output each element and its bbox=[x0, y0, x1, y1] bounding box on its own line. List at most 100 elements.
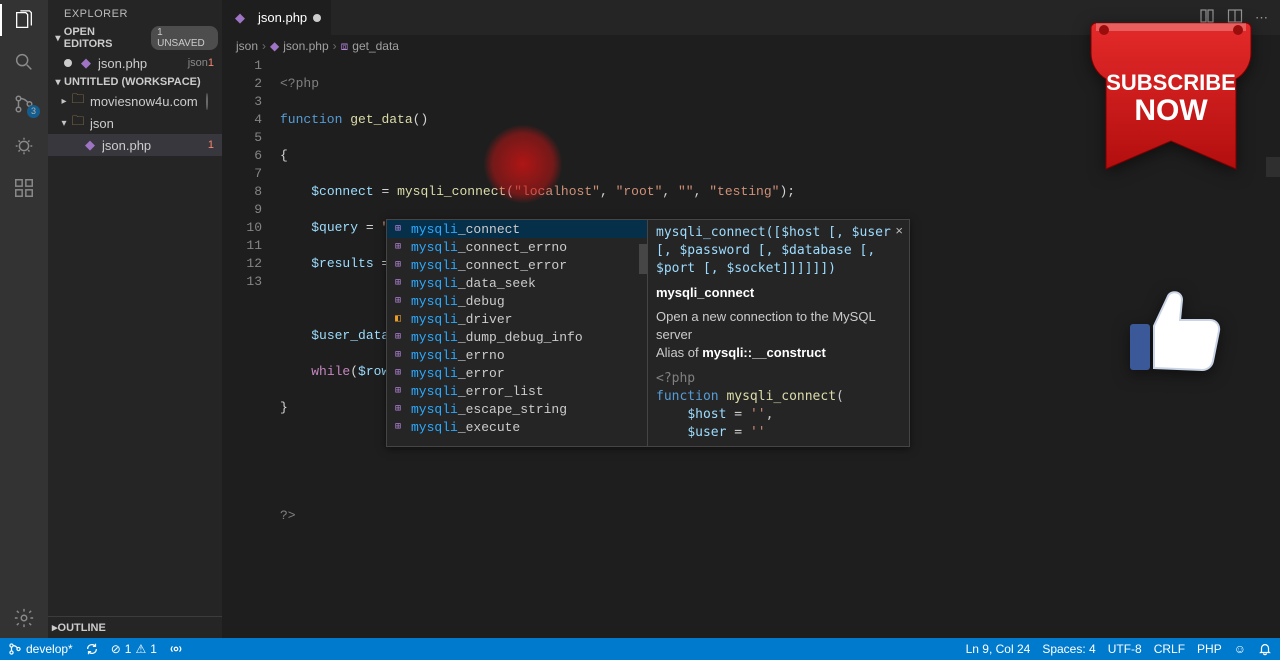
chevron-right-icon: ▸ bbox=[58, 96, 70, 107]
outline-header[interactable]: ▸ OUTLINE bbox=[48, 616, 222, 638]
autocomplete-label: mysqli_error_list bbox=[411, 384, 544, 399]
status-feedback-icon[interactable]: ☺ bbox=[1234, 642, 1246, 656]
dirty-dot-icon bbox=[64, 59, 72, 67]
method-icon: ⧈ bbox=[341, 39, 349, 54]
doc-desc: Open a new connection to the MySQL serve… bbox=[656, 308, 901, 344]
folder-item[interactable]: ▸ 🗀 moviesnow4u.com bbox=[48, 90, 222, 112]
activity-search-icon[interactable] bbox=[12, 50, 36, 74]
folder-icon: 🗀 bbox=[70, 112, 86, 134]
minimap-slider[interactable] bbox=[1266, 157, 1280, 177]
autocomplete-doc: × mysqli_connect([$host [, $user [, $pas… bbox=[648, 219, 910, 447]
activity-scm-icon[interactable]: 3 bbox=[12, 92, 36, 116]
doc-title: mysqli_connect bbox=[656, 284, 901, 302]
autocomplete-item[interactable]: ⊞ mysqli_escape_string bbox=[387, 400, 647, 418]
file-tree: ▸ 🗀 moviesnow4u.com ▾ 🗀 json ◆ json.php … bbox=[48, 90, 222, 156]
editor-tab[interactable]: ◆ json.php bbox=[222, 0, 332, 35]
autocomplete-item[interactable]: ⊞ mysqli_connect_errno bbox=[387, 238, 647, 256]
status-spaces[interactable]: Spaces: 4 bbox=[1042, 642, 1095, 656]
activity-extensions-icon[interactable] bbox=[12, 176, 36, 200]
code-area[interactable]: 1234 5678 9101112 13 <?php function get_… bbox=[222, 57, 1280, 638]
function-icon: ⊞ bbox=[391, 366, 405, 380]
autocomplete-item[interactable]: ⊞ mysqli_execute bbox=[387, 418, 647, 436]
line-gutter: 1234 5678 9101112 13 bbox=[222, 57, 280, 638]
class-icon: ◧ bbox=[391, 312, 405, 326]
autocomplete-label: mysqli_execute bbox=[411, 420, 520, 435]
function-icon: ⊞ bbox=[391, 240, 405, 254]
autocomplete-popup: ⊞mysqli_connect⊞mysqli_connect_errno⊞mys… bbox=[386, 219, 910, 447]
status-sync[interactable] bbox=[85, 642, 99, 656]
autocomplete-label: mysqli_errno bbox=[411, 348, 505, 363]
tab-label: json.php bbox=[258, 10, 307, 25]
function-icon: ⊞ bbox=[391, 420, 405, 434]
status-eol[interactable]: CRLF bbox=[1154, 642, 1185, 656]
autocomplete-item[interactable]: ⊞ mysqli_error bbox=[387, 364, 647, 382]
status-problems[interactable]: ⊘1 ⚠1 bbox=[111, 642, 157, 656]
status-bar: develop* ⊘1 ⚠1 Ln 9, Col 24 Spaces: 4 UT… bbox=[0, 638, 1280, 660]
autocomplete-label: mysqli_connect bbox=[411, 222, 520, 237]
chevron-right-icon: › bbox=[262, 39, 266, 53]
activity-debug-icon[interactable] bbox=[12, 134, 36, 158]
folder-item[interactable]: ▾ 🗀 json bbox=[48, 112, 222, 134]
chevron-down-icon: ▾ bbox=[52, 77, 64, 88]
activity-bar: 3 bbox=[0, 0, 48, 638]
php-file-icon: ◆ bbox=[82, 137, 98, 153]
autocomplete-list[interactable]: ⊞mysqli_connect⊞mysqli_connect_errno⊞mys… bbox=[386, 219, 648, 447]
editor-tabs: ◆ json.php ⋯ bbox=[222, 0, 1280, 35]
unsaved-badge: 1 UNSAVED bbox=[151, 26, 218, 50]
autocomplete-item[interactable]: ⊞ mysqli_errno bbox=[387, 346, 647, 364]
minimap[interactable] bbox=[1266, 57, 1280, 638]
autocomplete-item[interactable]: ⊞ mysqli_connect_error bbox=[387, 256, 647, 274]
function-icon: ⊞ bbox=[391, 294, 405, 308]
autocomplete-label: mysqli_error bbox=[411, 366, 505, 381]
autocomplete-label: mysqli_driver bbox=[411, 312, 512, 327]
open-editor-item[interactable]: ◆ json.php json 1 bbox=[48, 52, 222, 74]
status-live-icon[interactable] bbox=[169, 642, 183, 656]
breadcrumb[interactable]: json › ◆ json.php › ⧈ get_data bbox=[222, 35, 1280, 57]
status-language[interactable]: PHP bbox=[1197, 642, 1222, 656]
close-icon[interactable]: × bbox=[895, 222, 903, 240]
status-branch[interactable]: develop* bbox=[8, 642, 73, 656]
editor: ◆ json.php ⋯ json › ◆ json.php › ⧈ get_d… bbox=[222, 0, 1280, 638]
autocomplete-item[interactable]: ⊞ mysqli_data_seek bbox=[387, 274, 647, 292]
compare-changes-icon[interactable] bbox=[1199, 8, 1215, 27]
scrollbar-thumb[interactable] bbox=[639, 244, 647, 274]
function-icon: ⊞ bbox=[391, 402, 405, 416]
autocomplete-label: mysqli_data_seek bbox=[411, 276, 536, 291]
doc-alias: Alias of mysqli::__construct bbox=[656, 344, 901, 362]
chevron-right-icon: › bbox=[333, 39, 337, 53]
autocomplete-item[interactable]: ⊞ mysqli_connect bbox=[387, 220, 647, 238]
function-icon: ⊞ bbox=[391, 384, 405, 398]
autocomplete-label: mysqli_connect_errno bbox=[411, 240, 567, 255]
more-actions-icon[interactable]: ⋯ bbox=[1255, 10, 1270, 26]
function-icon: ⊞ bbox=[391, 222, 405, 236]
doc-snippet: <?php function mysqli_connect( $host = '… bbox=[656, 370, 901, 442]
status-cursor[interactable]: Ln 9, Col 24 bbox=[966, 642, 1031, 656]
dirty-dot-icon bbox=[313, 14, 321, 22]
folder-icon: 🗀 bbox=[70, 90, 86, 112]
autocomplete-item[interactable]: ⊞ mysqli_error_list bbox=[387, 382, 647, 400]
autocomplete-label: mysqli_connect_error bbox=[411, 258, 567, 273]
chevron-down-icon: ▾ bbox=[58, 118, 70, 129]
split-editor-icon[interactable] bbox=[1227, 8, 1243, 27]
activity-settings-icon[interactable] bbox=[12, 606, 36, 630]
autocomplete-item[interactable]: ⊞ mysqli_dump_debug_info bbox=[387, 328, 647, 346]
status-encoding[interactable]: UTF-8 bbox=[1108, 642, 1142, 656]
autocomplete-item[interactable]: ◧ mysqli_driver bbox=[387, 310, 647, 328]
autocomplete-item[interactable]: ⊞mysqli_debug bbox=[387, 292, 647, 310]
php-file-icon: ◆ bbox=[232, 10, 248, 26]
activity-explorer-icon[interactable] bbox=[12, 8, 36, 32]
function-icon: ⊞ bbox=[391, 348, 405, 362]
dirty-dot-icon bbox=[206, 93, 208, 110]
workspace-header[interactable]: ▾ UNTITLED (WORKSPACE) bbox=[48, 74, 222, 90]
file-item[interactable]: ◆ json.php 1 bbox=[48, 134, 222, 156]
function-icon: ⊞ bbox=[391, 276, 405, 290]
php-file-icon: ◆ bbox=[270, 39, 279, 53]
function-icon: ⊞ bbox=[391, 330, 405, 344]
php-file-icon: ◆ bbox=[78, 55, 94, 71]
chevron-down-icon: ▾ bbox=[52, 33, 64, 44]
open-editors-header[interactable]: ▾ OPEN EDITORS 1 UNSAVED bbox=[48, 24, 222, 52]
autocomplete-label: mysqli_dump_debug_info bbox=[411, 330, 583, 345]
autocomplete-label: mysqli_escape_string bbox=[411, 402, 567, 417]
function-icon: ⊞ bbox=[391, 258, 405, 272]
status-notifications-icon[interactable] bbox=[1258, 642, 1272, 656]
